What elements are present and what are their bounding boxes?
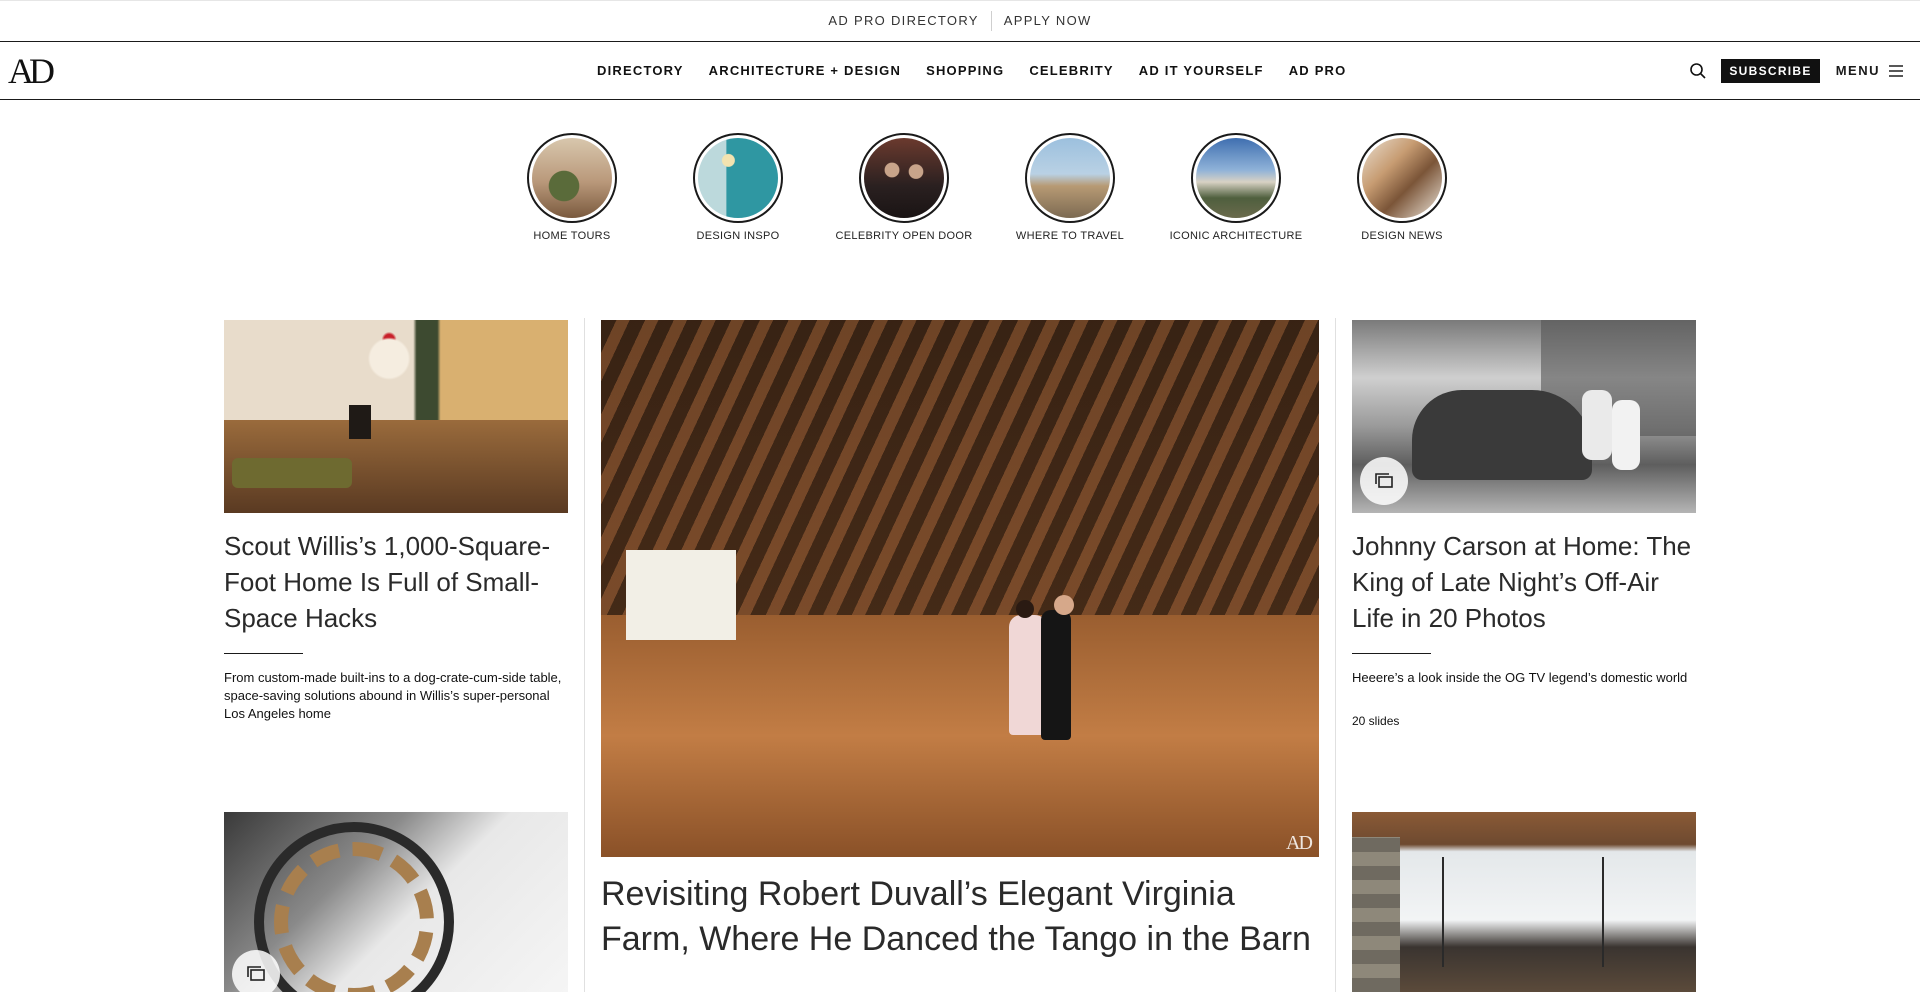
column-divider — [584, 318, 585, 992]
gallery-icon[interactable] — [1360, 457, 1408, 505]
slide-count: 20 slides — [1352, 714, 1400, 728]
robert-duvall-story-title[interactable]: Revisiting Robert Duvall’s Elegant Virgi… — [601, 872, 1319, 962]
subscribe-button[interactable]: SUBSCRIBE — [1721, 58, 1820, 83]
category-design-news[interactable]: DESIGN NEWS — [1322, 133, 1482, 242]
scout-willis-story-dek: From custom-made built-ins to a dog-crat… — [224, 670, 562, 721]
search-icon[interactable] — [1689, 62, 1707, 80]
architecture-thumbnail[interactable] — [1191, 133, 1281, 223]
category-carousel: HOME TOURS DESIGN INSPO CELEBRITY OPEN D… — [492, 133, 1447, 253]
category-label: DESIGN INSPO — [696, 230, 780, 242]
main-navigation: AD DIRECTORY ARCHITECTURE + DESIGN SHOPP… — [0, 42, 1920, 100]
home-tours-thumbnail[interactable] — [527, 133, 617, 223]
nav-shopping[interactable]: SHOPPING — [926, 63, 1004, 78]
nav-ad-pro[interactable]: AD PRO — [1289, 63, 1347, 78]
apply-now-link[interactable]: APPLY NOW — [992, 13, 1104, 29]
scout-willis-story-image[interactable] — [224, 320, 568, 513]
category-celebrity-open-door[interactable]: CELEBRITY OPEN DOOR — [824, 133, 984, 242]
category-design-inspo[interactable]: DESIGN INSPO — [658, 133, 818, 242]
scout-willis-story-title[interactable]: Scout Willis’s 1,000-Square-Foot Home Is… — [224, 528, 568, 636]
celebrity-thumbnail[interactable] — [859, 133, 949, 223]
category-label: DESIGN NEWS — [1361, 230, 1443, 242]
gallery-icon[interactable] — [232, 950, 280, 998]
hamburger-menu-icon[interactable] — [1888, 64, 1904, 77]
menu-button[interactable]: MENU — [1836, 63, 1880, 78]
johnny-carson-story-dek: Heeere’s a look inside the OG TV legend’… — [1352, 670, 1688, 685]
category-label: WHERE TO TRAVEL — [1015, 230, 1125, 242]
category-label: CELEBRITY OPEN DOOR — [835, 230, 973, 242]
title-underline — [1352, 653, 1431, 654]
ad-logo[interactable]: AD — [8, 53, 60, 89]
column-divider — [1335, 318, 1336, 992]
category-where-to-travel[interactable]: WHERE TO TRAVEL — [990, 133, 1150, 242]
snowy-cabin-story-image[interactable] — [1352, 812, 1696, 992]
nav-architecture-design[interactable]: ARCHITECTURE + DESIGN — [709, 63, 901, 78]
robert-duvall-story-image[interactable] — [601, 320, 1319, 857]
category-label: ICONIC ARCHITECTURE — [1169, 230, 1303, 242]
ad-watermark: AD — [1286, 832, 1313, 854]
nav-directory[interactable]: DIRECTORY — [597, 63, 684, 78]
nav-celebrity[interactable]: CELEBRITY — [1029, 63, 1113, 78]
design-inspo-thumbnail[interactable] — [693, 133, 783, 223]
nav-ad-it-yourself[interactable]: AD IT YOURSELF — [1139, 63, 1264, 78]
nav-links: DIRECTORY ARCHITECTURE + DESIGN SHOPPING… — [597, 42, 1371, 99]
johnny-carson-story-title[interactable]: Johnny Carson at Home: The King of Late … — [1352, 528, 1696, 636]
nav-actions: SUBSCRIBE MENU — [1689, 42, 1904, 99]
travel-thumbnail[interactable] — [1025, 133, 1115, 223]
ad-pro-directory-link[interactable]: AD PRO DIRECTORY — [816, 13, 990, 29]
title-underline — [224, 653, 303, 654]
top-utility-bar: AD PRO DIRECTORY APPLY NOW — [0, 0, 1920, 42]
category-iconic-architecture[interactable]: ICONIC ARCHITECTURE — [1156, 133, 1316, 242]
category-home-tours[interactable]: HOME TOURS — [492, 133, 652, 242]
category-label: HOME TOURS — [533, 230, 611, 242]
design-news-thumbnail[interactable] — [1357, 133, 1447, 223]
